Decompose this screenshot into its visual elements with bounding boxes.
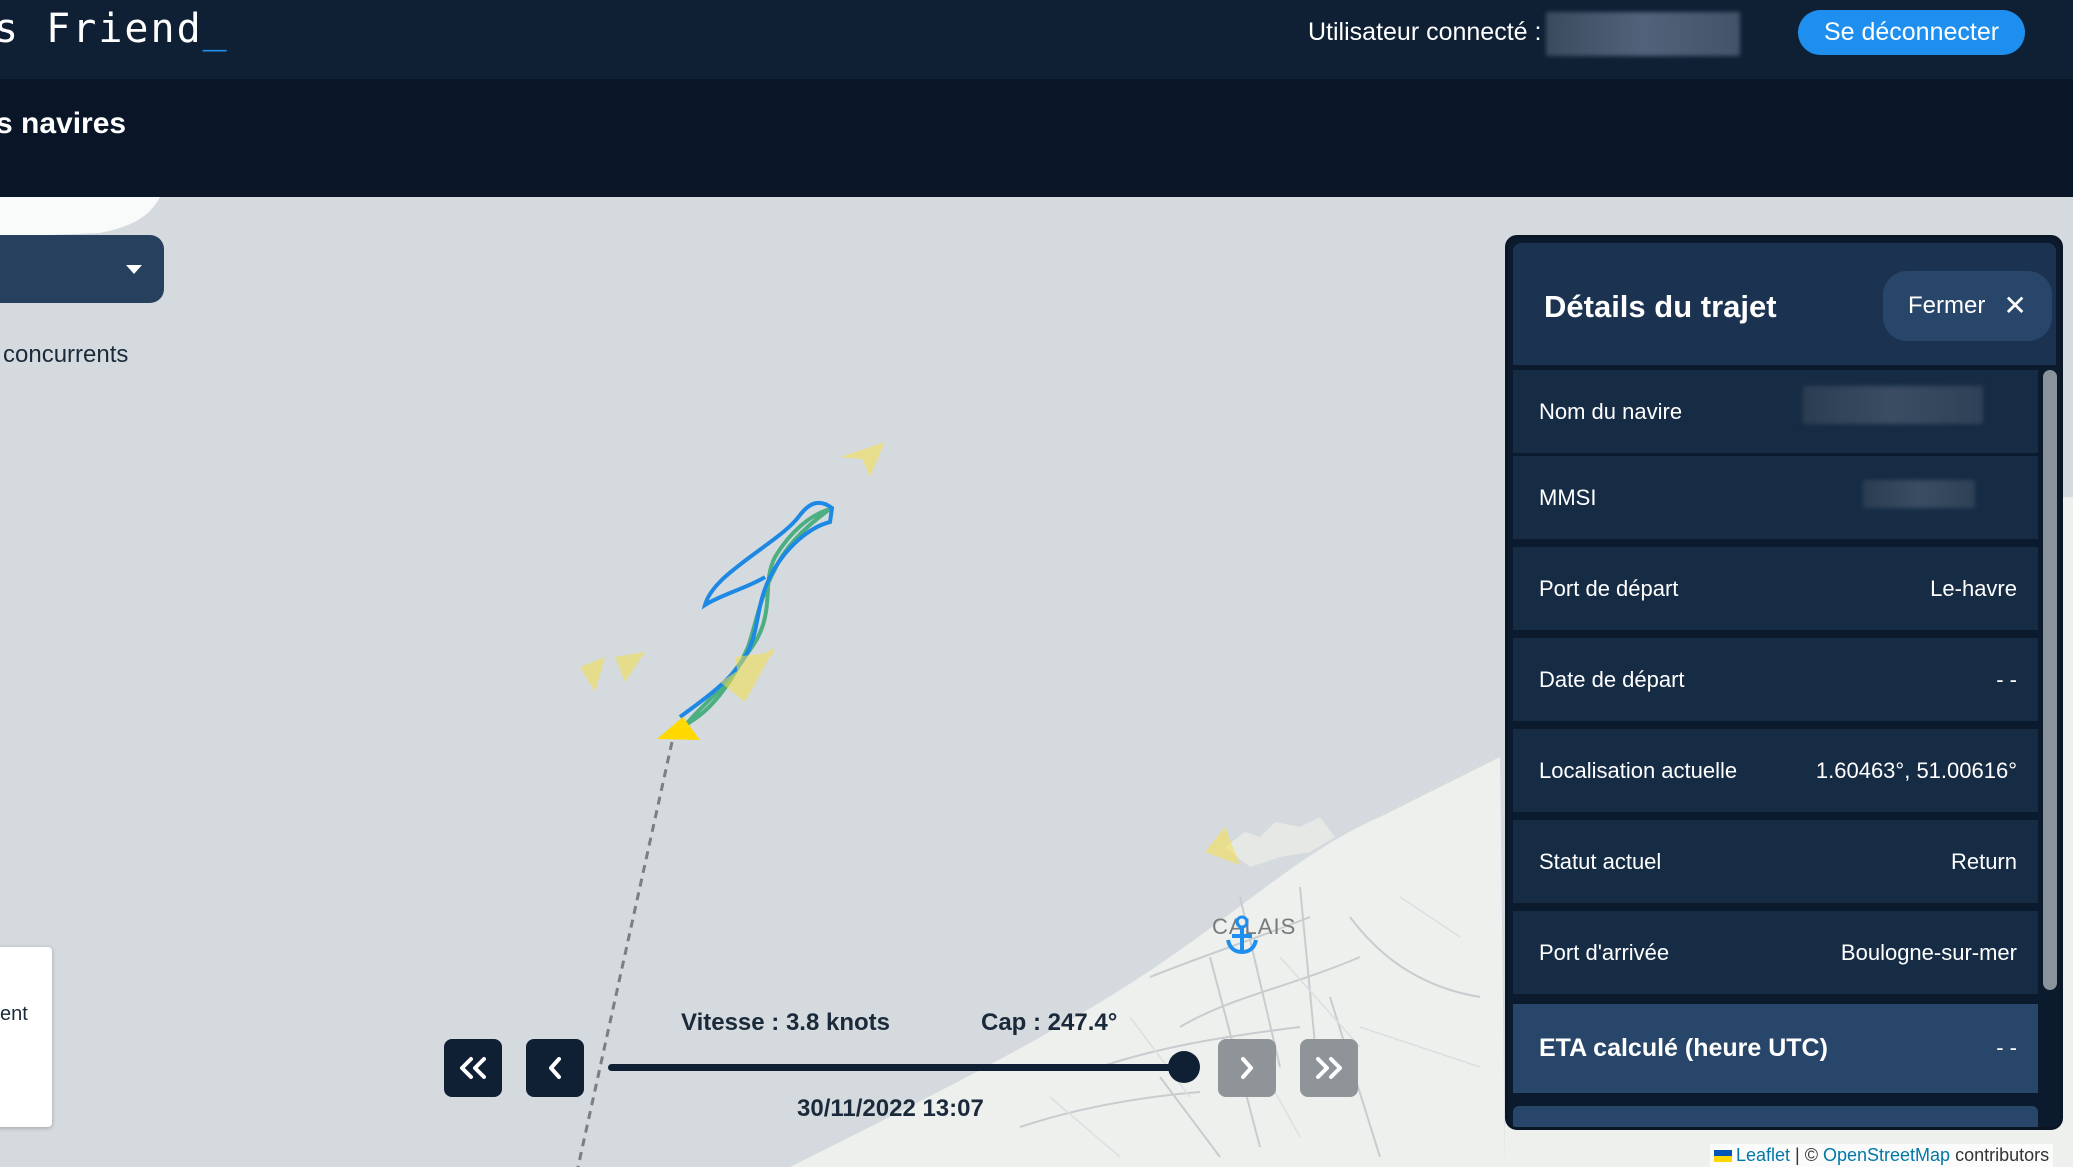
detail-row-eta: ETA calculé (heure UTC) - - xyxy=(1513,1004,2038,1094)
chevron-left-icon xyxy=(549,1057,561,1079)
detail-row-vessel-name: Nom du navire xyxy=(1513,370,2038,454)
eta-label: ETA calculé (heure UTC) xyxy=(1539,1034,1828,1062)
app-logo: s Friend_ xyxy=(0,6,229,52)
detail-row-current-status: Statut actuel Return xyxy=(1513,820,2038,904)
detail-label: Localisation actuelle xyxy=(1539,758,1738,783)
osm-link[interactable]: OpenStreetMap xyxy=(1823,1145,1950,1165)
page-title: s navires xyxy=(0,107,127,140)
ukraine-flag-icon xyxy=(1714,1150,1732,1163)
logout-button[interactable]: Se déconnecter xyxy=(1798,10,2025,55)
attribution-separator: | © xyxy=(1790,1145,1823,1165)
detail-label: Date de départ xyxy=(1539,667,1685,692)
leaflet-link[interactable]: Leaflet xyxy=(1736,1145,1790,1165)
chevron-right-icon xyxy=(1241,1057,1253,1079)
next-row-peek xyxy=(1513,1106,2038,1127)
detail-label: Statut actuel xyxy=(1539,849,1662,874)
detail-value: 1.60463°, 51.00616° xyxy=(1815,758,2017,783)
close-icon: ✕ xyxy=(2003,290,2027,321)
planned-route xyxy=(576,741,674,1167)
rewind-button[interactable] xyxy=(444,1039,502,1097)
coastline-north xyxy=(0,197,160,237)
panel-header: Détails du trajet Fermer ✕ xyxy=(1513,243,2056,365)
detail-row-departure-date: Date de départ - - xyxy=(1513,638,2038,722)
top-bar: s Friend_ Utilisateur connecté : Se déco… xyxy=(0,0,2073,79)
timeline-slider-track[interactable] xyxy=(608,1064,1196,1071)
detail-label: Port de départ xyxy=(1539,576,1679,601)
vessel-select-dropdown[interactable] xyxy=(0,235,164,303)
step-forward-button[interactable] xyxy=(1218,1039,1276,1097)
double-chevron-right-icon xyxy=(1316,1057,1342,1079)
city-label: CALAIS xyxy=(1212,914,1296,939)
timeline-slider-thumb[interactable] xyxy=(1168,1051,1201,1083)
detail-value: - - xyxy=(1996,667,2017,692)
map-attribution: Leaflet | © OpenStreetMap contributors xyxy=(1710,1144,2054,1167)
detail-value: Le-havre xyxy=(1930,576,2017,601)
connected-user-name-redacted xyxy=(1546,12,1740,56)
detail-row-arrival-port: Port d'arrivée Boulogne-sur-mer xyxy=(1513,911,2038,995)
app-name: s Friend xyxy=(0,6,203,52)
fast-forward-button[interactable] xyxy=(1300,1039,1358,1097)
logo-cursor: _ xyxy=(202,6,229,52)
vessel-name-redacted xyxy=(1803,386,1983,424)
detail-label: Nom du navire xyxy=(1539,399,1683,424)
attribution-suffix: contributors xyxy=(1950,1145,2050,1165)
heading-readout: Cap : 247.4° xyxy=(981,1009,1118,1036)
caret-down-icon xyxy=(126,265,142,274)
speed-readout: Vitesse : 3.8 knots xyxy=(681,1009,890,1036)
mmsi-redacted xyxy=(1863,480,1975,508)
detail-row-current-location: Localisation actuelle 1.60463°, 51.00616… xyxy=(1513,729,2038,813)
legend-text: ent xyxy=(0,1003,28,1025)
eta-value: - - xyxy=(1996,1035,2017,1060)
panel-title: Détails du trajet xyxy=(1544,289,1777,324)
vessel-markers xyxy=(580,442,1240,865)
double-chevron-left-icon xyxy=(460,1057,486,1079)
detail-row-departure-port: Port de départ Le-havre xyxy=(1513,547,2038,631)
close-label: Fermer xyxy=(1908,292,1986,319)
connected-user-label: Utilisateur connecté : xyxy=(1308,18,1542,46)
detail-value: Boulogne-sur-mer xyxy=(1840,940,2017,965)
track-blue xyxy=(678,500,835,719)
step-back-button[interactable] xyxy=(526,1039,584,1097)
close-panel-button[interactable]: Fermer ✕ xyxy=(1883,271,2052,341)
legend-card: ent xyxy=(0,947,52,1127)
page-header: s navires xyxy=(0,79,2073,197)
detail-label: MMSI xyxy=(1539,485,1597,510)
competitors-label[interactable]: concurrents xyxy=(3,341,128,369)
detail-label: Port d'arrivée xyxy=(1539,940,1670,965)
detail-row-mmsi: MMSI xyxy=(1513,456,2038,540)
panel-scrollbar[interactable] xyxy=(2043,370,2057,990)
trip-details-panel: Détails du trajet Fermer ✕ Nom du navire… xyxy=(1505,235,2063,1130)
timeline-datetime: 30/11/2022 13:07 xyxy=(797,1095,984,1122)
detail-value: Return xyxy=(1950,849,2017,874)
